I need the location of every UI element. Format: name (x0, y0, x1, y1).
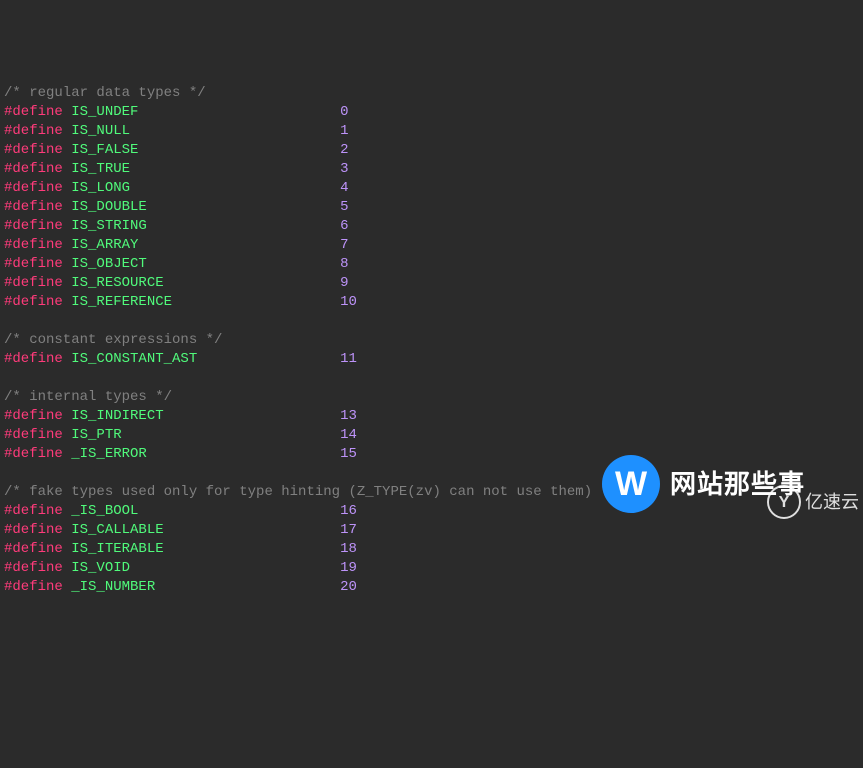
define-value: 8 (340, 256, 348, 272)
define-keyword: #define (4, 275, 63, 291)
code-comment: /* regular data types */ (4, 84, 859, 103)
define-keyword: #define (4, 427, 63, 443)
define-line: #define IS_PTR 14 (4, 426, 859, 445)
define-line: #define IS_INDIRECT 13 (4, 407, 859, 426)
define-identifier: IS_UNDEF (63, 104, 139, 120)
define-line: #define IS_RESOURCE 9 (4, 274, 859, 293)
define-line: #define IS_FALSE 2 (4, 141, 859, 160)
define-identifier: IS_VOID (63, 560, 130, 576)
define-keyword: #define (4, 237, 63, 253)
define-keyword: #define (4, 256, 63, 272)
watermark-primary-icon: W (602, 455, 660, 513)
define-keyword: #define (4, 579, 63, 595)
code-block: /* regular data types */#define IS_UNDEF… (4, 84, 859, 597)
watermark-secondary-icon: Y (767, 485, 801, 519)
blank-line (4, 312, 859, 331)
define-value: 14 (340, 427, 357, 443)
define-identifier: IS_PTR (63, 427, 122, 443)
define-identifier: IS_STRING (63, 218, 147, 234)
define-keyword: #define (4, 541, 63, 557)
define-keyword: #define (4, 161, 63, 177)
define-identifier: _IS_NUMBER (63, 579, 155, 595)
define-identifier: IS_LONG (63, 180, 130, 196)
define-keyword: #define (4, 294, 63, 310)
define-line: #define IS_ITERABLE 18 (4, 540, 859, 559)
define-value: 11 (340, 351, 357, 367)
code-comment: /* constant expressions */ (4, 331, 859, 350)
define-identifier: IS_ARRAY (63, 237, 139, 253)
define-keyword: #define (4, 560, 63, 576)
define-identifier: IS_CONSTANT_AST (63, 351, 197, 367)
define-identifier: _IS_ERROR (63, 446, 147, 462)
watermark-secondary-text: 亿速云 (805, 493, 859, 512)
define-identifier: IS_ITERABLE (63, 541, 164, 557)
define-identifier: IS_REFERENCE (63, 294, 172, 310)
define-line: #define IS_CALLABLE 17 (4, 521, 859, 540)
blank-line (4, 369, 859, 388)
define-value: 9 (340, 275, 348, 291)
define-line: #define _IS_NUMBER 20 (4, 578, 859, 597)
define-keyword: #define (4, 351, 63, 367)
define-line: #define IS_CONSTANT_AST 11 (4, 350, 859, 369)
define-keyword: #define (4, 446, 63, 462)
define-value: 17 (340, 522, 357, 538)
define-identifier: IS_FALSE (63, 142, 139, 158)
define-line: #define IS_STRING 6 (4, 217, 859, 236)
define-line: #define IS_TRUE 3 (4, 160, 859, 179)
define-keyword: #define (4, 123, 63, 139)
define-keyword: #define (4, 142, 63, 158)
define-value: 1 (340, 123, 348, 139)
define-value: 6 (340, 218, 348, 234)
define-line: #define IS_DOUBLE 5 (4, 198, 859, 217)
define-value: 10 (340, 294, 357, 310)
code-comment: /* internal types */ (4, 388, 859, 407)
define-value: 5 (340, 199, 348, 215)
define-line: #define IS_ARRAY 7 (4, 236, 859, 255)
define-line: #define IS_LONG 4 (4, 179, 859, 198)
define-value: 19 (340, 560, 357, 576)
define-identifier: IS_NULL (63, 123, 130, 139)
define-keyword: #define (4, 522, 63, 538)
define-value: 7 (340, 237, 348, 253)
define-keyword: #define (4, 218, 63, 234)
define-identifier: IS_INDIRECT (63, 408, 164, 424)
define-value: 2 (340, 142, 348, 158)
define-value: 13 (340, 408, 357, 424)
define-line: #define IS_REFERENCE 10 (4, 293, 859, 312)
define-identifier: IS_DOUBLE (63, 199, 147, 215)
define-value: 20 (340, 579, 357, 595)
define-identifier: IS_CALLABLE (63, 522, 164, 538)
define-value: 4 (340, 180, 348, 196)
define-identifier: _IS_BOOL (63, 503, 139, 519)
define-line: #define IS_OBJECT 8 (4, 255, 859, 274)
define-line: #define IS_VOID 19 (4, 559, 859, 578)
define-value: 16 (340, 503, 357, 519)
define-keyword: #define (4, 503, 63, 519)
define-identifier: IS_TRUE (63, 161, 130, 177)
define-line: #define IS_UNDEF 0 (4, 103, 859, 122)
define-keyword: #define (4, 104, 63, 120)
watermark-secondary: Y 亿速云 (767, 485, 859, 519)
define-keyword: #define (4, 408, 63, 424)
define-value: 3 (340, 161, 348, 177)
define-value: 18 (340, 541, 357, 557)
define-keyword: #define (4, 199, 63, 215)
define-identifier: IS_OBJECT (63, 256, 147, 272)
define-keyword: #define (4, 180, 63, 196)
define-identifier: IS_RESOURCE (63, 275, 164, 291)
define-value: 0 (340, 104, 348, 120)
define-line: #define IS_NULL 1 (4, 122, 859, 141)
define-value: 15 (340, 446, 357, 462)
